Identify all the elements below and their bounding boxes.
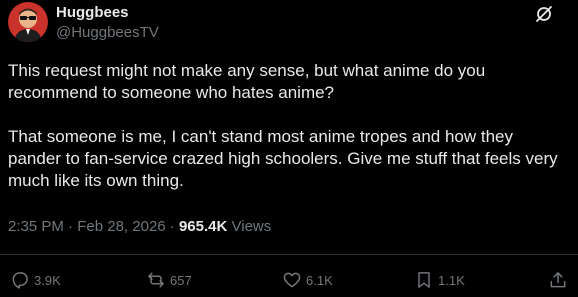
meta-separator: · bbox=[68, 218, 74, 235]
bookmark-count: 1.1K bbox=[438, 272, 465, 288]
bookmark-icon bbox=[418, 272, 430, 288]
post-meta: 2:35 PM · Feb 28, 2026 · 965.4K Views bbox=[8, 218, 271, 235]
reply-icon bbox=[12, 272, 28, 289]
like-button[interactable]: 6.1K bbox=[282, 268, 333, 292]
repost-button[interactable]: 657 bbox=[146, 268, 192, 292]
action-bar: 3.9K 657 6.1K 1.1K bbox=[0, 268, 578, 292]
post-paragraph: That someone is me, I can't stand most a… bbox=[8, 127, 558, 190]
reply-count: 3.9K bbox=[34, 272, 61, 288]
avatar[interactable] bbox=[8, 2, 48, 42]
share-button[interactable] bbox=[548, 268, 572, 292]
post-paragraph: This request might not make any sense, b… bbox=[8, 61, 486, 102]
meta-separator: · bbox=[169, 218, 175, 235]
bookmark-button[interactable]: 1.1K bbox=[414, 268, 465, 292]
share-icon bbox=[550, 272, 566, 288]
heart-icon bbox=[283, 272, 301, 288]
like-count: 6.1K bbox=[306, 272, 333, 288]
author-name[interactable]: Huggbees bbox=[56, 4, 129, 21]
post-time[interactable]: 2:35 PM bbox=[8, 218, 64, 235]
post-header: Huggbees @HuggbeesTV bbox=[8, 2, 570, 42]
repost-icon bbox=[148, 272, 164, 288]
post-date[interactable]: Feb 28, 2026 bbox=[77, 218, 165, 235]
author-handle[interactable]: @HuggbeesTV bbox=[56, 24, 159, 41]
reply-button[interactable]: 3.9K bbox=[10, 268, 61, 292]
grok-icon[interactable] bbox=[534, 4, 554, 24]
divider bbox=[0, 254, 578, 255]
repost-count: 657 bbox=[170, 272, 192, 288]
views-label: Views bbox=[231, 218, 272, 235]
post-text: This request might not make any sense, b… bbox=[8, 60, 568, 192]
views-count[interactable]: 965.4K bbox=[179, 218, 227, 235]
